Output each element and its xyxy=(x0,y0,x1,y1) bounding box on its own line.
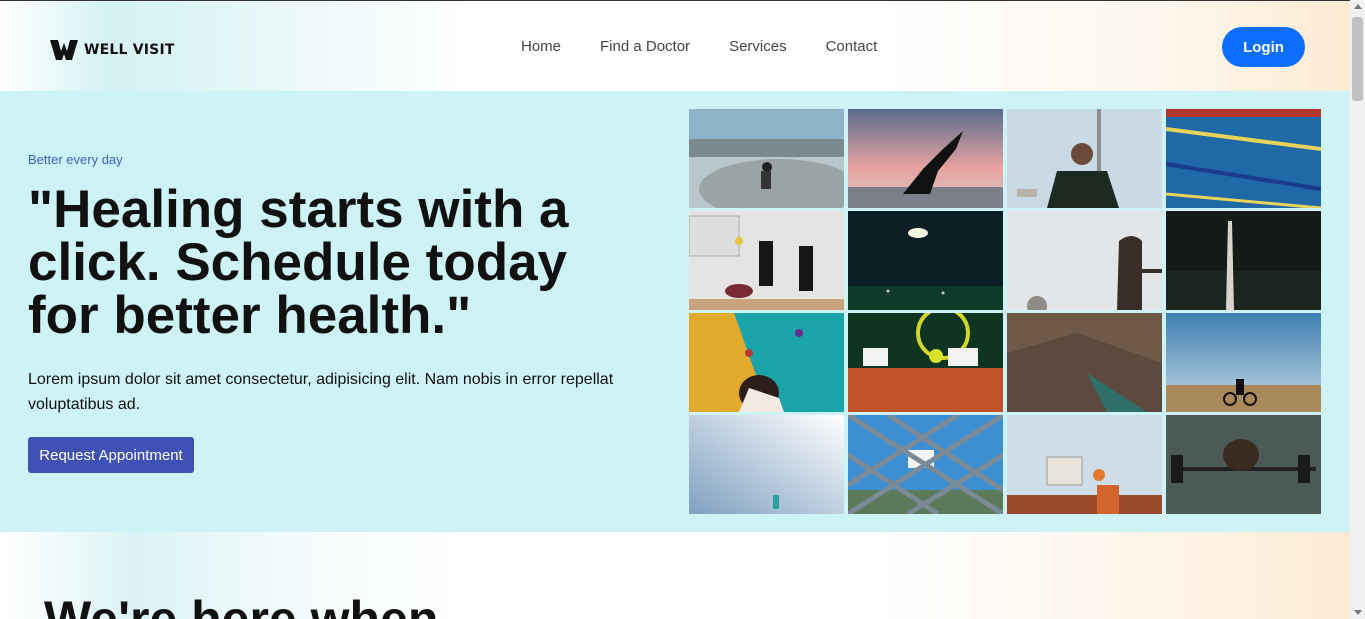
request-appointment-button[interactable]: Request Appointment xyxy=(28,437,194,473)
nav-home[interactable]: Home xyxy=(521,38,561,55)
climbing-wall-photo xyxy=(689,313,844,412)
skatepark-photo xyxy=(689,109,844,208)
rock-climbing-photo xyxy=(1007,313,1162,412)
nav-services[interactable]: Services xyxy=(729,38,787,55)
main-nav: Home Find a Doctor Services Contact xyxy=(521,38,877,55)
volleyball-photo xyxy=(689,211,844,310)
hero-lead: Lorem ipsum dolor sit amet consectetur, … xyxy=(28,371,614,413)
section-title: We're here when xyxy=(44,591,439,619)
scroll-down-arrow-icon[interactable] xyxy=(1354,610,1362,615)
nav-contact[interactable]: Contact xyxy=(826,38,878,55)
swimming-pool-photo xyxy=(1166,109,1321,208)
yoga-sunset-photo xyxy=(848,109,1003,208)
basketball-hoop-photo xyxy=(1007,211,1162,310)
site-header: WELL VISIT Home Find a Doctor Services C… xyxy=(0,0,1350,91)
scroll-up-arrow-icon[interactable] xyxy=(1354,4,1362,9)
night-field-photo xyxy=(848,211,1003,310)
hero-section: Better every day "Healing starts with a … xyxy=(0,91,1350,532)
vertical-scrollbar[interactable] xyxy=(1350,0,1365,619)
dark-pole-photo xyxy=(1166,211,1321,310)
intro-section: We're here when xyxy=(0,532,1350,619)
logo-text: WELL VISIT xyxy=(84,42,175,58)
hero-tagline: Better every day xyxy=(28,152,123,167)
scroll-thumb[interactable] xyxy=(1352,17,1363,101)
weightlifting-photo xyxy=(1166,415,1321,514)
hero-headline: "Healing starts with a click. Schedule t… xyxy=(28,180,569,345)
chainlink-hoop-photo xyxy=(848,415,1003,514)
nav-find-a-doctor[interactable]: Find a Doctor xyxy=(600,38,690,55)
photo-gallery xyxy=(689,109,1321,514)
logo[interactable]: WELL VISIT xyxy=(50,40,175,60)
tennis-photo xyxy=(848,313,1003,412)
logo-icon xyxy=(50,40,78,60)
cyclist-photo xyxy=(1166,313,1321,412)
sky-photo xyxy=(689,415,844,514)
basketball-shot-photo xyxy=(1007,415,1162,514)
soccer-player-photo xyxy=(1007,109,1162,208)
login-button[interactable]: Login xyxy=(1222,27,1305,67)
